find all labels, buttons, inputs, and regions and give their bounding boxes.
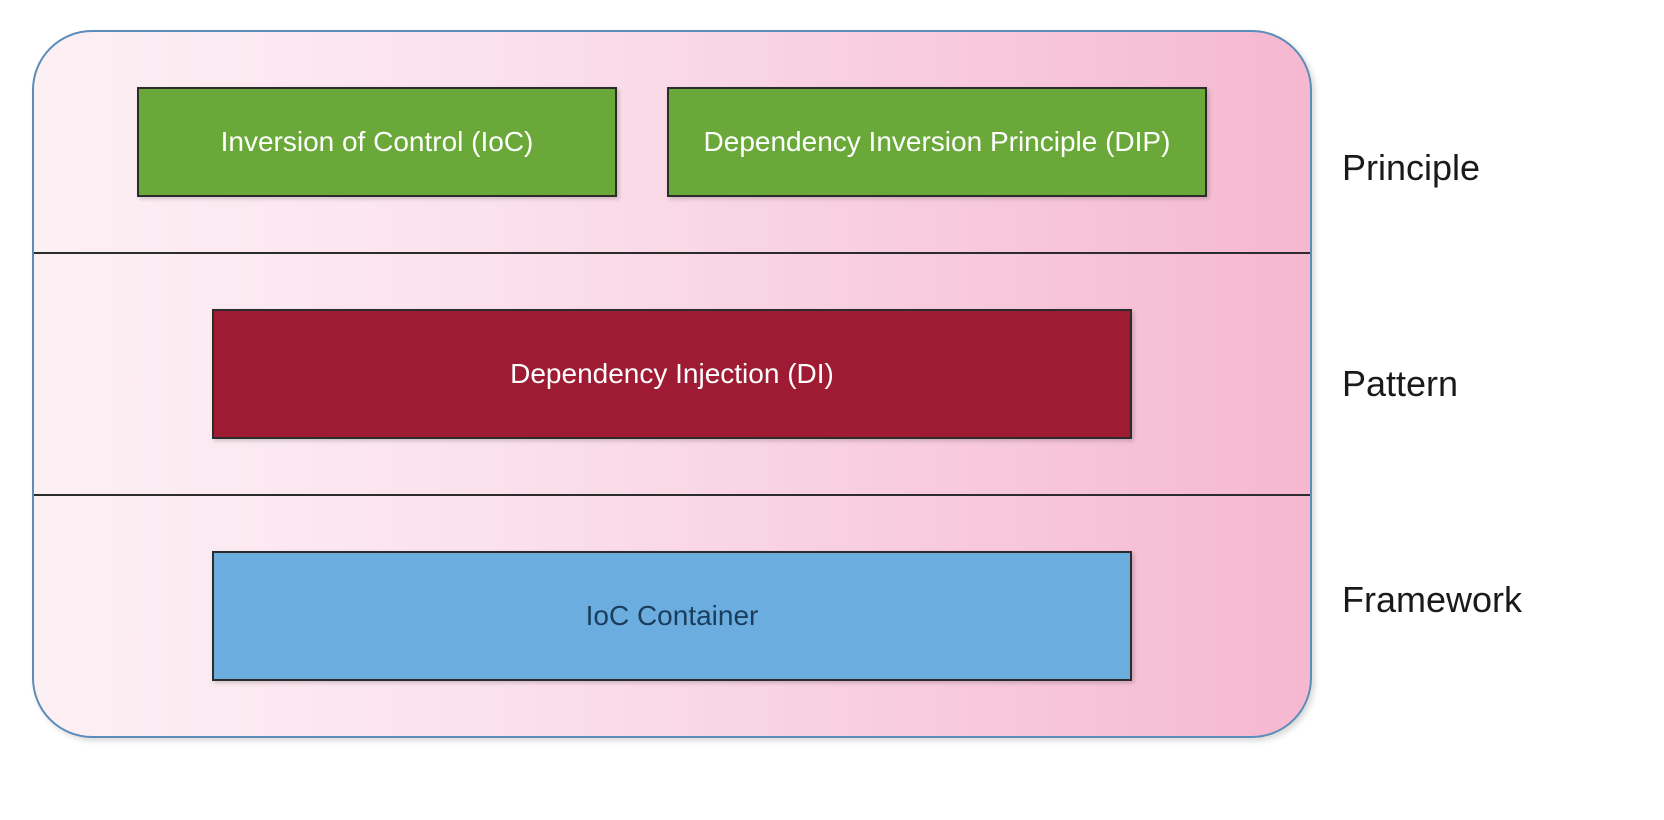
- row-pattern: Dependency Injection (DI): [34, 254, 1310, 494]
- block-dip: Dependency Inversion Principle (DIP): [667, 87, 1207, 197]
- main-container: Inversion of Control (IoC) Dependency In…: [32, 30, 1312, 738]
- diagram-wrapper: Inversion of Control (IoC) Dependency In…: [32, 30, 1632, 738]
- block-ioc: Inversion of Control (IoC): [137, 87, 617, 197]
- row-framework: IoC Container: [34, 496, 1310, 736]
- block-ioc-container: IoC Container: [212, 551, 1132, 681]
- label-pattern: Pattern: [1342, 363, 1592, 405]
- block-di: Dependency Injection (DI): [212, 309, 1132, 439]
- row-principle: Inversion of Control (IoC) Dependency In…: [34, 32, 1310, 252]
- label-principle: Principle: [1342, 147, 1592, 189]
- label-framework: Framework: [1342, 579, 1592, 621]
- labels-column: Principle Pattern Framework: [1342, 30, 1592, 738]
